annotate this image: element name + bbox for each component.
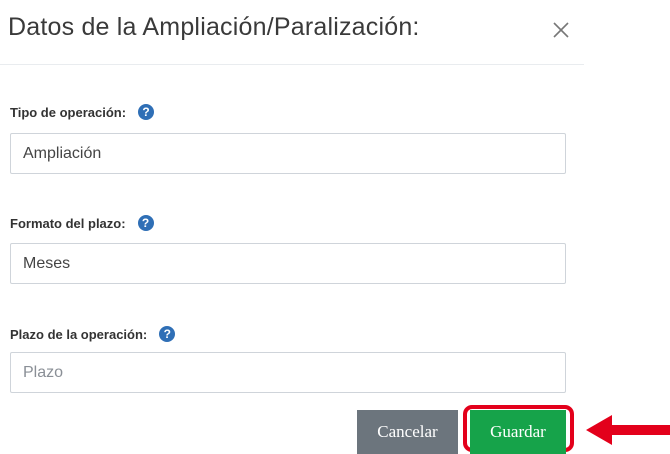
save-button[interactable]: Guardar bbox=[470, 410, 566, 454]
modal-dialog: Datos de la Ampliación/Paralización: Tip… bbox=[0, 0, 584, 454]
tipo-operacion-input[interactable] bbox=[10, 133, 566, 174]
formato-plazo-label-text: Formato del plazo: bbox=[10, 215, 126, 231]
question-circle-icon[interactable]: ? bbox=[159, 326, 176, 342]
formato-plazo-input[interactable] bbox=[10, 243, 566, 284]
close-button[interactable] bbox=[548, 17, 574, 43]
cancel-button[interactable]: Cancelar bbox=[357, 410, 458, 454]
tipo-operacion-label: Tipo de operación: ? bbox=[10, 104, 155, 120]
formato-plazo-label: Formato del plazo: ? bbox=[10, 215, 154, 231]
tipo-operacion-label-text: Tipo de operación: bbox=[10, 104, 127, 120]
close-icon bbox=[553, 22, 569, 38]
question-circle-icon[interactable]: ? bbox=[137, 215, 154, 231]
modal-title: Datos de la Ampliación/Paralización: bbox=[8, 13, 420, 41]
plazo-operacion-label: Plazo de la operación: ? bbox=[10, 326, 176, 342]
plazo-operacion-input[interactable] bbox=[10, 352, 566, 393]
plazo-operacion-label-text: Plazo de la operación: bbox=[10, 326, 148, 342]
question-circle-icon[interactable]: ? bbox=[138, 104, 155, 120]
modal-header: Datos de la Ampliación/Paralización: bbox=[0, 0, 584, 65]
arrow-left-icon bbox=[586, 415, 670, 445]
